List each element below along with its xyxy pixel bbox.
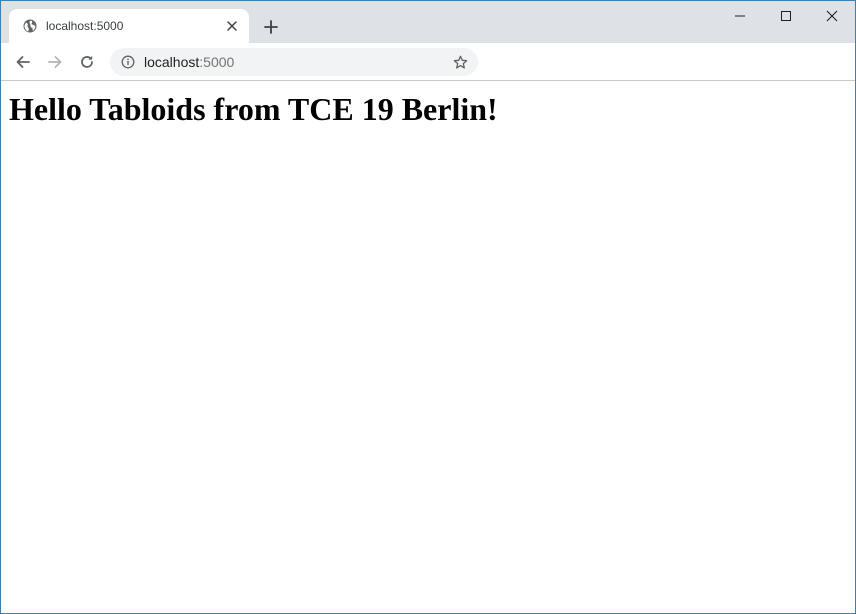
forward-button[interactable] xyxy=(43,50,67,74)
minimize-icon xyxy=(735,15,745,17)
plus-icon xyxy=(264,20,278,34)
reload-button[interactable] xyxy=(75,50,99,74)
tab-localhost[interactable]: localhost:5000 xyxy=(9,9,249,43)
tab-title: localhost:5000 xyxy=(46,19,124,33)
star-icon[interactable] xyxy=(453,55,468,70)
arrow-left-icon xyxy=(16,56,30,68)
maximize-button[interactable] xyxy=(763,1,809,31)
minimize-button[interactable] xyxy=(717,1,763,31)
close-icon xyxy=(826,10,838,22)
url-host: localhost xyxy=(144,54,200,70)
browser-toolbar: localhost:5000 xyxy=(1,43,855,81)
address-bar[interactable]: localhost:5000 xyxy=(110,48,478,76)
window-close-button[interactable] xyxy=(809,1,855,31)
info-icon[interactable] xyxy=(121,55,135,69)
url-text[interactable]: localhost:5000 xyxy=(144,54,234,70)
tab-strip: localhost:5000 xyxy=(1,1,855,43)
arrow-right-icon xyxy=(48,56,62,68)
browser-window: localhost:5000 localhost:5000 Hello Tabl… xyxy=(0,0,856,614)
page-viewport: Hello Tabloids from TCE 19 Berlin! xyxy=(1,81,855,613)
maximize-icon xyxy=(781,11,791,21)
reload-icon xyxy=(81,55,93,68)
back-button[interactable] xyxy=(11,50,35,74)
new-tab-button[interactable] xyxy=(259,15,283,39)
url-port: :5000 xyxy=(199,54,235,70)
page-heading: Hello Tabloids from TCE 19 Berlin! xyxy=(9,91,498,127)
globe-icon xyxy=(23,19,37,33)
tab-close-icon[interactable] xyxy=(225,19,239,33)
